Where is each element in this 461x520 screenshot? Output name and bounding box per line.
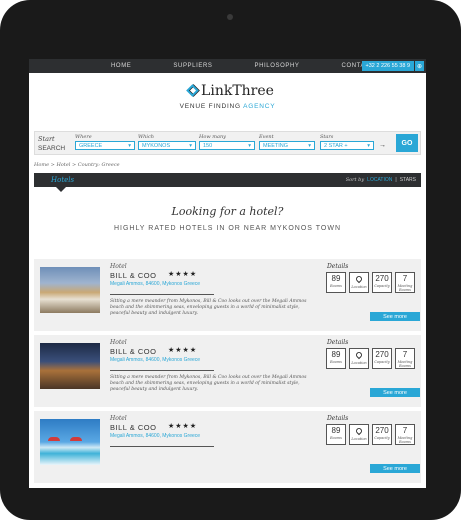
sort-stars[interactable]: STARS [400,177,416,183]
rooms-stat: 89 Rooms [326,272,346,293]
top-nav: HOME SUPPLIERS PHILOSOPHY CONTACT +32 2 … [29,59,426,73]
capacity-stat: 270 Capacity [372,348,392,369]
which-select[interactable]: MYKONOS ▾ [138,141,196,150]
start-search-label: Start SEARCH [38,135,66,152]
hotel-name[interactable]: BILL & COO [110,347,156,356]
screen: HOME SUPPLIERS PHILOSOPHY CONTACT +32 2 … [29,59,426,488]
rooms-stat: 89 Rooms [326,348,346,369]
page-heading: Looking for a hotel? [171,205,284,218]
globe-icon[interactable]: ⊕ [415,61,424,71]
see-more-button[interactable]: See more [370,464,420,473]
how-many-field: How many 150 ▾ [199,134,255,150]
location-pin-icon [354,274,364,284]
location-pin-icon [354,350,364,360]
how-many-select[interactable]: 150 ▾ [199,141,255,150]
hotel-stats: 89 Rooms Location 270 Capacity 7 Meeting Ro… [326,348,415,369]
hotel-photo[interactable] [40,343,100,389]
chevron-down-icon: ▾ [128,142,131,149]
where-select[interactable]: GREECE ▾ [75,141,135,150]
chevron-down-icon: ▾ [308,142,311,149]
rooms-stat: 89 Rooms [326,424,346,445]
where-field: Where GREECE ▾ [75,134,135,150]
see-more-button[interactable]: See more [370,312,420,321]
hotel-address: Megali Ammos, 84600, Mykonos Greece [110,281,201,287]
nav-philosophy[interactable]: PHILOSOPHY [255,63,300,69]
phone-number[interactable]: +32 2 226 55 38 9 [361,61,414,71]
camera-icon [227,14,233,20]
hotel-card: Hotel BILL & COO ★★★★ Megali Ammos, 8460… [34,335,421,407]
meeting-rooms-stat: 7 Meeting Rooms [395,272,415,293]
hotel-address: Megali Ammos, 84600, Mykonos Greece [110,357,201,363]
search-bar: Start SEARCH Where GREECE ▾ Which MYKONOS ▾… [34,131,421,155]
sort-controls: Sort by LOCATION | STARS [345,177,416,183]
meeting-rooms-stat: 7 Meeting Rooms [395,424,415,445]
section-bar: Hotels Sort by LOCATION | STARS [34,173,421,192]
logo-mark-icon [181,84,200,97]
see-more-button[interactable]: See more [370,388,420,397]
capacity-stat: 270 Capacity [372,272,392,293]
hotel-name[interactable]: BILL & COO [110,423,156,432]
chevron-down-icon: ▾ [367,142,370,149]
nav-home[interactable]: HOME [111,63,131,69]
chevron-down-icon: ▾ [248,142,251,149]
location-stat[interactable]: Location [349,272,369,293]
stars-field: Stars 2 STAR + ▾ [320,134,374,150]
go-button[interactable]: GO [396,134,418,152]
location-stat[interactable]: Location [349,424,369,445]
tablet-frame: HOME SUPPLIERS PHILOSOPHY CONTACT +32 2 … [0,0,461,520]
hotel-stats: 89 Rooms Location 270 Capacity 7 Meeting Ro… [326,272,415,293]
nav-suppliers[interactable]: SUPPLIERS [173,63,212,69]
page-subheading: HIGHLY RATED HOTELS IN OR NEAR MYKONOS T… [113,225,342,232]
hotel-stats: 89 Rooms Location 270 Capacity 7 Meeting Ro… [326,424,415,445]
location-pin-icon [354,426,364,436]
logo[interactable]: LinkThree [181,83,274,99]
tagline: VENUE FINDING AGENCY [179,103,276,110]
hotel-photo[interactable] [40,419,100,465]
stars-select[interactable]: 2 STAR + ▾ [320,141,374,150]
brand: LinkThree VENUE FINDING AGENCY [29,83,426,110]
star-rating: ★★★★ [168,423,198,430]
which-field: Which MYKONOS ▾ [138,134,196,150]
star-rating: ★★★★ [168,271,198,278]
section-notch [56,187,66,192]
location-stat[interactable]: Location [349,348,369,369]
arrow-right-icon: → [379,142,386,149]
hotel-description: Sitting a mere meander from Mykonos, Bil… [110,375,307,392]
star-rating: ★★★★ [168,347,198,354]
event-field: Event MEETING ▾ [259,134,315,150]
section-title[interactable]: Hotels [51,176,74,184]
meeting-rooms-stat: 7 Meeting Rooms [395,348,415,369]
chevron-down-icon: ▾ [189,142,192,149]
hotel-photo[interactable] [40,267,100,313]
hotel-address: Megali Ammos, 84600, Mykonos Greece [110,433,201,439]
hotel-description: Sitting a mere meander from Mykonos, Bil… [110,299,307,316]
hotel-card: Hotel BILL & COO ★★★★ Megali Ammos, 8460… [34,259,421,331]
brand-name: LinkThree [201,83,274,99]
capacity-stat: 270 Capacity [372,424,392,445]
hotel-name[interactable]: BILL & COO [110,271,156,280]
breadcrumb[interactable]: Home > Hotel > Country: Greece [34,162,120,168]
hotel-card: Hotel BILL & COO ★★★★ Megali Ammos, 8460… [34,411,421,483]
sort-location[interactable]: LOCATION [367,177,392,183]
event-select[interactable]: MEETING ▾ [259,141,315,150]
